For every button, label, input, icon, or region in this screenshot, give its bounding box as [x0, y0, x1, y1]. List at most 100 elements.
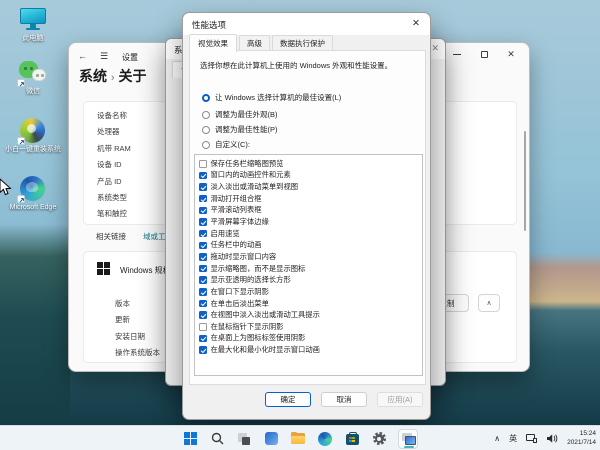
checkbox-row[interactable]: 在单击后淡出菜单 [195, 298, 422, 310]
checkbox-icon [199, 230, 207, 238]
checkbox-row[interactable]: 淡入淡出或滑动菜单到视图 [195, 181, 422, 193]
checkbox-icon [199, 253, 207, 261]
checkbox-row[interactable]: 显示亚透明的选择长方形 [195, 274, 422, 286]
checkbox-row[interactable]: 在鼠标指针下显示阴影 [195, 321, 422, 333]
gear-icon [373, 432, 386, 445]
checkbox-row[interactable]: 启用速览 [195, 228, 422, 240]
visual-effects-tabpage: 选择你想在此计算机上使用的 Windows 外观和性能设置。 让 Windows… [189, 50, 426, 385]
edge-icon [19, 176, 47, 202]
desktop-icon-this-pc[interactable]: 此电脑 [3, 7, 63, 43]
checkbox-icon [199, 300, 207, 308]
file-explorer-button[interactable] [290, 431, 306, 447]
tab-visual-effects[interactable]: 视觉效果 [189, 34, 237, 52]
checkbox-row[interactable]: 保存任务栏缩略图预览 [195, 158, 422, 170]
breadcrumb-root[interactable]: 系统 [79, 68, 107, 84]
checkbox-icon [199, 172, 207, 180]
close-button[interactable]: ✕ [503, 47, 519, 61]
network-icon[interactable] [526, 434, 537, 443]
ime-indicator[interactable]: 英 [509, 433, 517, 444]
folder-icon [291, 433, 305, 444]
collapse-chevron-button[interactable]: ∧ [478, 294, 500, 312]
back-icon[interactable]: ← [78, 51, 87, 61]
desktop-icon-label: 此电脑 [3, 35, 63, 43]
radio-icon [202, 111, 210, 119]
mouse-cursor [0, 178, 12, 198]
widgets-icon [265, 432, 278, 445]
minimize-button[interactable] [449, 47, 465, 61]
radio-custom[interactable]: 自定义(C): [202, 139, 250, 150]
checkbox-row[interactable]: 窗口内的动画控件和元素 [195, 170, 422, 182]
visual-effects-listbox[interactable]: 保存任务栏缩略图预览 窗口内的动画控件和元素 淡入淡出或滑动菜单到视图 滑动打开… [194, 154, 423, 376]
windows-start-icon [184, 432, 197, 445]
radio-let-windows-choose[interactable]: 让 Windows 选择计算机的最佳设置(L) [202, 92, 341, 103]
settings-taskbar-button[interactable] [371, 431, 387, 447]
volume-icon[interactable] [546, 433, 558, 444]
maximize-icon [481, 51, 488, 58]
search-button[interactable] [209, 431, 225, 447]
checkbox-row[interactable]: 拖动时显示窗口内容 [195, 251, 422, 263]
checkbox-icon [199, 276, 207, 284]
windows-logo-icon [97, 262, 110, 275]
desktop-icon-label: 微信 [3, 88, 63, 96]
desktop-icon-edge[interactable]: Microsoft Edge [3, 176, 63, 212]
breadcrumb-separator-icon: › [111, 72, 115, 84]
radio-icon [202, 126, 210, 134]
breadcrumb: 系统 › 关于 [79, 66, 169, 86]
checkbox-icon [199, 311, 207, 319]
xiaobai-reinstall-icon [19, 118, 47, 144]
radio-icon [202, 141, 210, 149]
desktop: 此电脑 微信 小白一键重装系统 Microsoft Edge ← ☰ 设置 ✕ … [0, 0, 600, 450]
desktop-icon-xiaobai[interactable]: 小白一键重装系统 [3, 118, 63, 154]
hamburger-menu-icon[interactable]: ☰ [100, 51, 108, 62]
checkbox-row[interactable]: 在桌面上为图标标签使用阴影 [195, 333, 422, 345]
wallpaper-water-reflection [0, 224, 70, 426]
radio-best-performance[interactable]: 调整为最佳性能(P) [202, 124, 278, 135]
hidden-icons-chevron[interactable]: ∧ [494, 434, 500, 443]
minimize-icon [453, 54, 461, 55]
breadcrumb-page: 关于 [118, 68, 146, 84]
ok-button[interactable]: 确定 [265, 392, 311, 407]
checkbox-row[interactable]: 滑动打开组合框 [195, 193, 422, 205]
radio-best-appearance[interactable]: 调整为最佳外观(B) [202, 109, 278, 120]
start-button[interactable] [182, 431, 198, 447]
active-app-button[interactable] [398, 429, 418, 449]
checkbox-icon [199, 323, 207, 331]
desktop-icon-wechat[interactable]: 微信 [3, 60, 63, 96]
tray-date: 2021/7/14 [567, 439, 596, 448]
perf-description: 选择你想在此计算机上使用的 Windows 外观和性能设置。 [200, 60, 392, 71]
spec-title: Windows 规格 [120, 265, 171, 276]
checkbox-row[interactable]: 平滑屏幕字体边缘 [195, 216, 422, 228]
store-button[interactable] [344, 431, 360, 447]
close-icon[interactable]: ✕ [409, 18, 423, 29]
tab-advanced[interactable]: 高级 [239, 35, 270, 51]
widgets-button[interactable] [263, 431, 279, 447]
chevron-up-icon: ∧ [486, 299, 491, 307]
settings-app-title: 设置 [122, 52, 138, 63]
close-icon[interactable]: ✕ [431, 43, 439, 54]
clock[interactable]: 15:24 2021/7/14 [567, 430, 596, 447]
checkbox-row[interactable]: 在视图中淡入淡出或滑动工具提示 [195, 309, 422, 321]
shortcut-arrow-icon [17, 79, 25, 87]
checkbox-row[interactable]: 显示缩略图，而不是显示图标 [195, 263, 422, 275]
checkbox-icon [199, 346, 207, 354]
desktop-icon-label: 小白一键重装系统 [3, 146, 63, 154]
maximize-button[interactable] [476, 47, 492, 61]
checkbox-icon [199, 218, 207, 226]
task-view-button[interactable] [236, 431, 252, 447]
cancel-button[interactable]: 取消 [321, 392, 367, 407]
checkbox-row[interactable]: 在窗口下显示阴影 [195, 286, 422, 298]
checkbox-row[interactable]: 在最大化和最小化时显示窗口动画 [195, 344, 422, 356]
apply-button[interactable]: 应用(A) [377, 392, 423, 407]
performance-options-dialog: 性能选项 ✕ 视觉效果 高级 数据执行保护 选择你想在此计算机上使用的 Wind… [182, 12, 431, 420]
checkbox-row[interactable]: 任务栏中的动画 [195, 239, 422, 251]
checkbox-icon [199, 195, 207, 203]
edge-button[interactable] [317, 431, 333, 447]
running-indicator [404, 446, 414, 449]
scrollbar[interactable] [524, 131, 526, 231]
wechat-icon [19, 60, 47, 86]
tab-dep[interactable]: 数据执行保护 [272, 35, 333, 51]
taskbar-center [182, 426, 418, 450]
desktop-icon-label: Microsoft Edge [3, 204, 63, 212]
shortcut-arrow-icon [17, 195, 25, 203]
checkbox-row[interactable]: 平滑滚动列表框 [195, 205, 422, 217]
